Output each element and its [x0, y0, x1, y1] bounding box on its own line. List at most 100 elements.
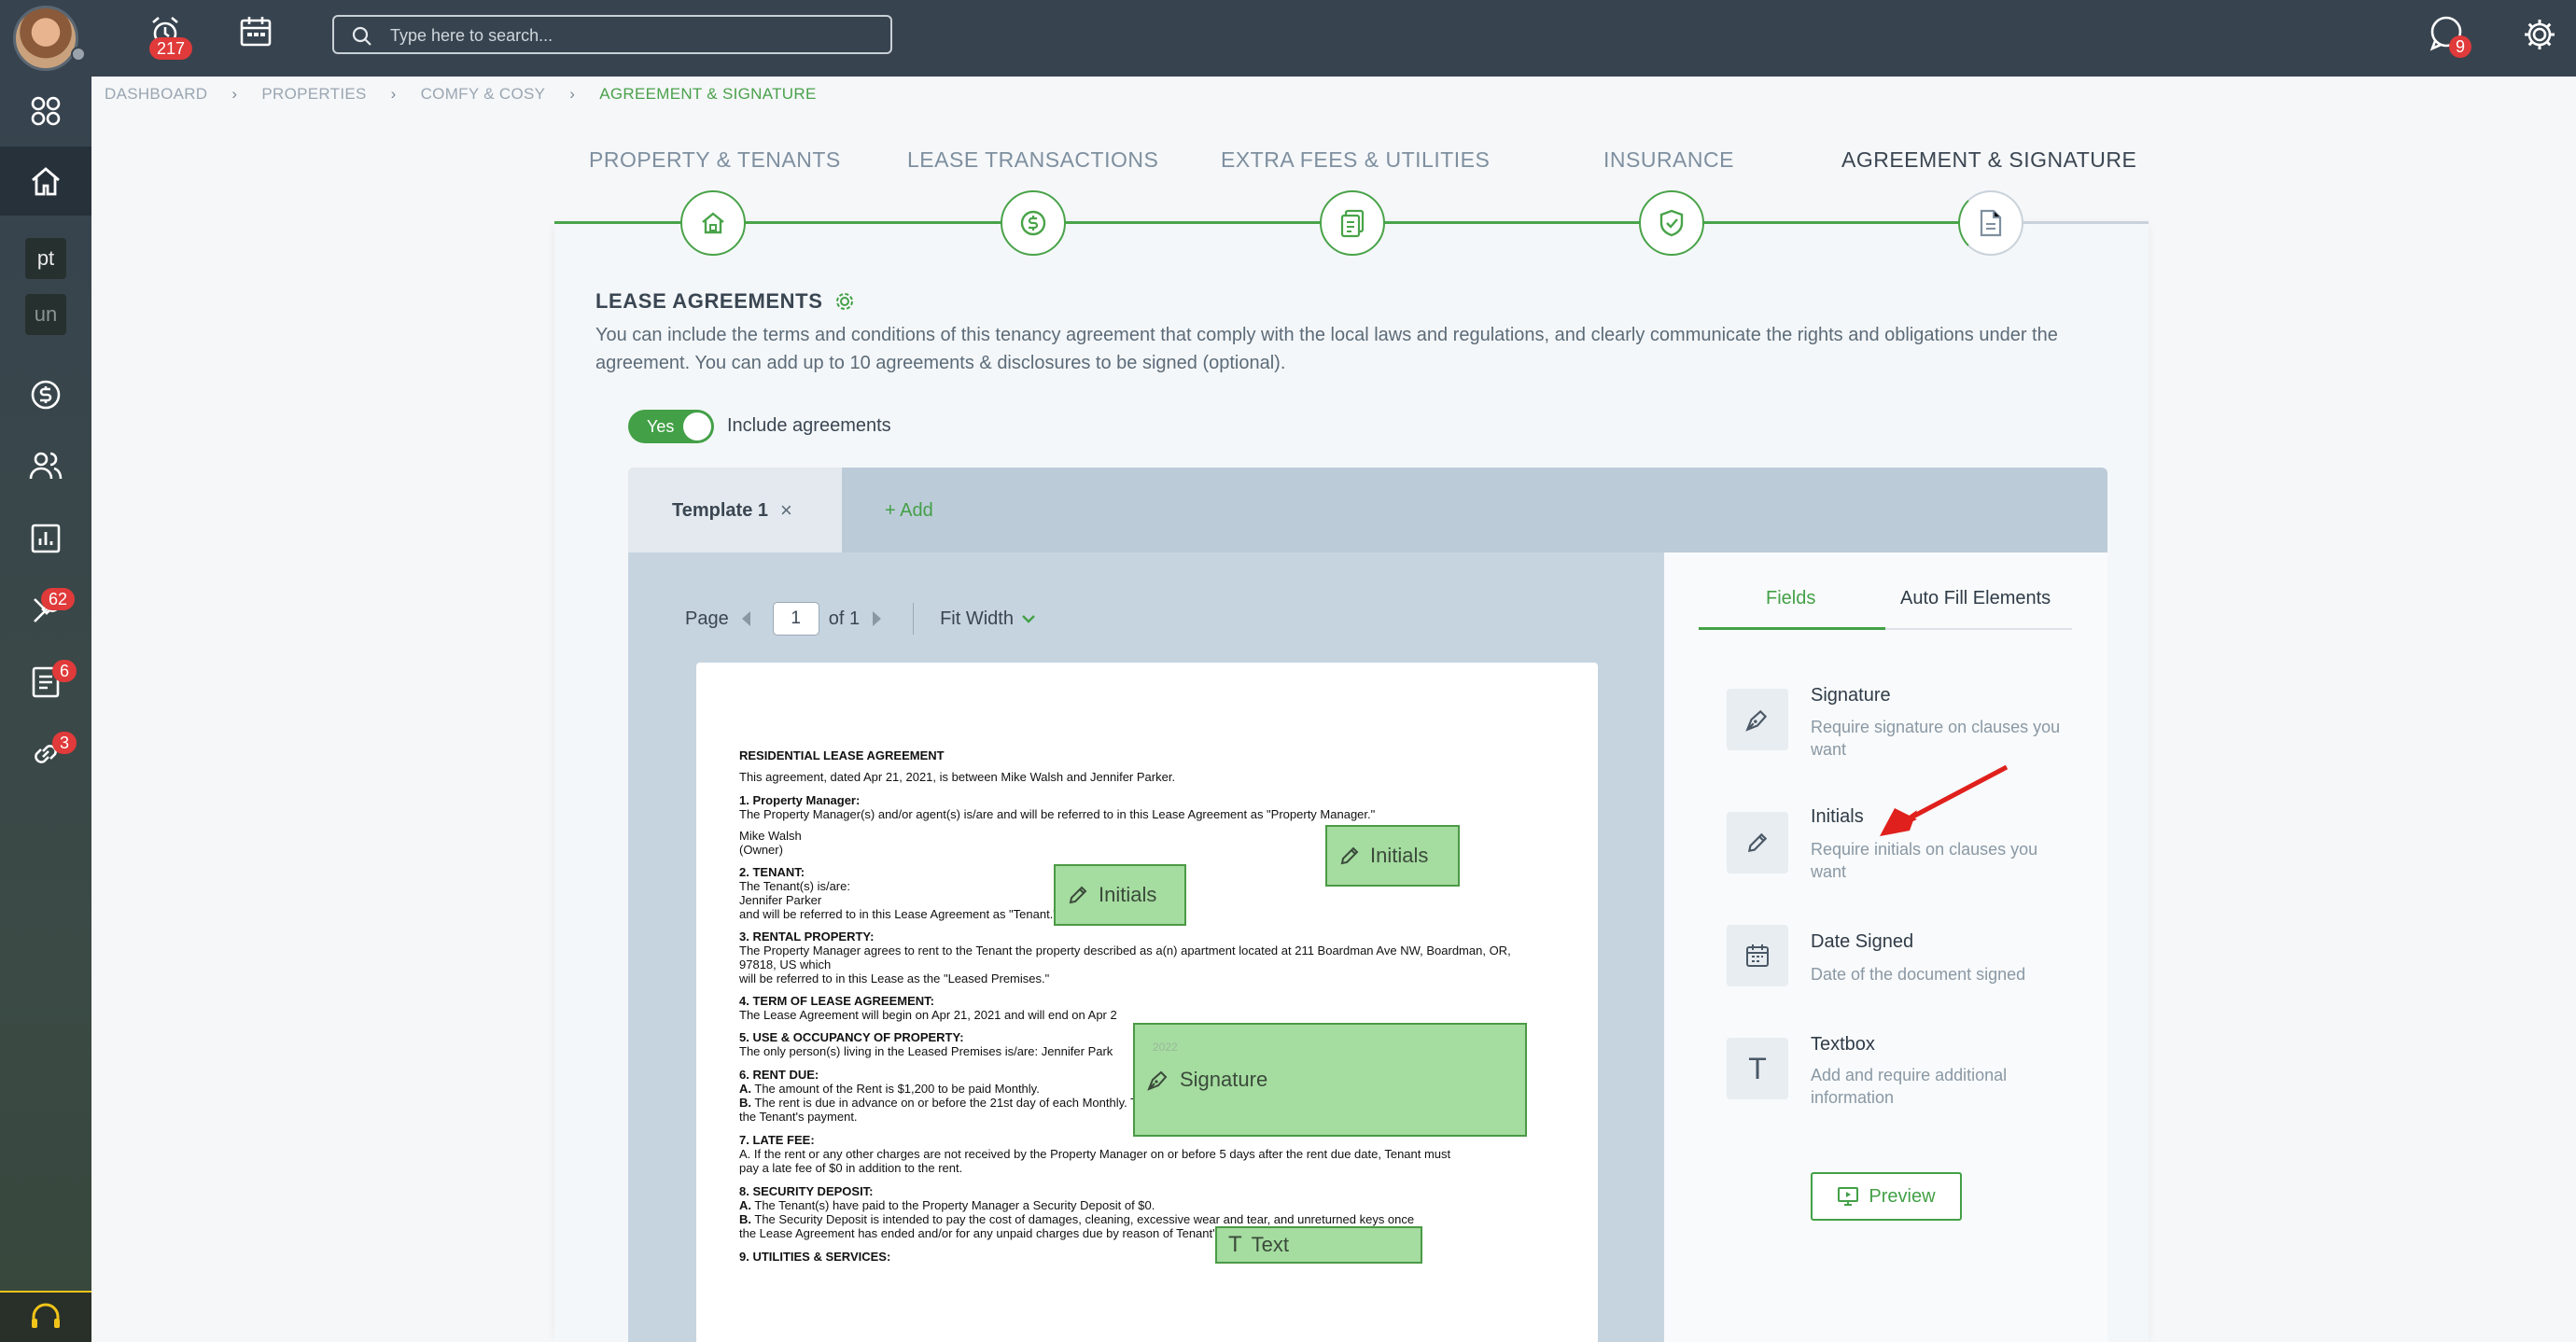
step-circle-3[interactable]: [1320, 190, 1385, 256]
dollar-icon: [1020, 210, 1046, 236]
initials-field-icon[interactable]: [1727, 812, 1788, 874]
document-line: 7. LATE FEE:: [739, 1133, 815, 1147]
zoom-value: Fit Width: [940, 608, 1014, 629]
calendar-icon: [1746, 944, 1769, 967]
sidebar-item-un-label: un: [25, 294, 66, 335]
chat-badge: 9: [2449, 35, 2472, 58]
bills-icon: [1340, 209, 1365, 238]
close-icon[interactable]: ×: [780, 498, 792, 523]
document-line-text: This agreement, dated Apr 21, 2021, is b…: [739, 770, 1176, 784]
monitor-icon: [1838, 1187, 1859, 1206]
date-field-title[interactable]: Date Signed: [1811, 931, 1913, 953]
sidebar-item-un[interactable]: un: [0, 280, 91, 349]
prev-page-icon[interactable]: [741, 611, 750, 626]
document-line-text: The amount of the Rent is $1,200 to be p…: [751, 1082, 1040, 1096]
document-line: The only person(s) living in the Leased …: [739, 1044, 1113, 1058]
calendar-icon[interactable]: [239, 15, 273, 54]
step-lease-transactions[interactable]: LEASE TRANSACTIONS: [907, 147, 1158, 173]
text-icon: T: [1228, 1232, 1242, 1257]
document-line: A. The Tenant(s) have paid to the Proper…: [739, 1198, 1155, 1212]
document-line: RESIDENTIAL LEASE AGREEMENT: [739, 748, 945, 762]
document-line-text: pay a late fee of $0 in addition to the …: [739, 1161, 963, 1175]
signature-field-desc: Require signature on clauses you want: [1811, 718, 2061, 759]
document-line-heading: 8. SECURITY DEPOSIT:: [739, 1184, 874, 1198]
document-line: will be referred to in this Lease as the…: [739, 972, 1049, 986]
sidebar-item-home[interactable]: [0, 147, 91, 216]
step-agreement-signature[interactable]: AGREEMENT & SIGNATURE: [1841, 147, 2136, 173]
sidebar-item-links[interactable]: [0, 720, 91, 789]
document-line-text: 97818, US which: [739, 958, 832, 972]
textbox-field-title[interactable]: Textbox: [1811, 1034, 1875, 1055]
document-line-heading: A.: [739, 1198, 751, 1212]
page-number-input[interactable]: [772, 602, 819, 636]
document-line-text: Mike Walsh: [739, 829, 802, 843]
placed-signature-field[interactable]: Signature: [1133, 1023, 1527, 1137]
date-field-icon[interactable]: [1727, 925, 1788, 986]
document-line-text: will be referred to in this Lease as the…: [739, 972, 1050, 986]
sidebar-item-reports[interactable]: [0, 504, 91, 573]
include-agreements-toggle[interactable]: Yes: [628, 410, 714, 443]
breadcrumb-property[interactable]: COMFY & COSY: [421, 85, 546, 104]
sidebar-item-maintenance[interactable]: [0, 576, 91, 645]
document-line-heading: 9. UTILITIES & SERVICES:: [739, 1250, 891, 1264]
breadcrumb-properties[interactable]: PROPERTIES: [261, 85, 366, 104]
sidebar-item-apps[interactable]: [0, 77, 91, 146]
document-line-heading: RESIDENTIAL LEASE AGREEMENT: [739, 748, 945, 762]
page-label: Page: [685, 608, 729, 629]
document-line-heading: 1. Property Manager:: [739, 793, 861, 807]
document-line: 4. TERM OF LEASE AGREEMENT:: [739, 994, 934, 1008]
step-circle-2[interactable]: [1001, 190, 1066, 256]
sidebar-item-people[interactable]: [0, 431, 91, 500]
pencil-icon: [1747, 832, 1768, 853]
sidebar-item-documents[interactable]: [0, 648, 91, 717]
step-circle-4[interactable]: [1639, 190, 1704, 256]
document-line-text: The Property Manager agrees to rent to t…: [739, 944, 1511, 958]
document-line-heading: 5. USE & OCCUPANCY OF PROPERTY:: [739, 1030, 964, 1044]
signature-field-icon[interactable]: [1727, 689, 1788, 750]
tab-fields[interactable]: Fields: [1766, 588, 1815, 609]
gear-icon[interactable]: [2522, 17, 2557, 58]
textbox-field-icon[interactable]: T: [1727, 1038, 1788, 1099]
add-template-button[interactable]: + Add: [885, 500, 933, 522]
pencil-icon: [1069, 886, 1087, 904]
document-line: The Lease Agreement will begin on Apr 21…: [739, 1008, 1117, 1022]
placed-text-field[interactable]: T Text: [1215, 1226, 1422, 1264]
step-circle-5[interactable]: [1958, 190, 2023, 256]
placed-initials-field[interactable]: Initials: [1054, 864, 1186, 926]
lease-description: You can include the terms and conditions…: [595, 325, 2058, 373]
document-line-heading: 4. TERM OF LEASE AGREEMENT:: [739, 994, 934, 1008]
tab-auto-fill[interactable]: Auto Fill Elements: [1900, 588, 2051, 609]
signature-field-title[interactable]: Signature: [1811, 685, 1891, 706]
document-line: 6. RENT DUE:: [739, 1068, 819, 1082]
zoom-dropdown[interactable]: Fit Width: [940, 608, 1036, 630]
chart-icon: [31, 524, 61, 553]
document-line: 8. SECURITY DEPOSIT:: [739, 1184, 874, 1198]
step-circle-1[interactable]: [680, 190, 746, 256]
preview-button[interactable]: Preview: [1811, 1172, 1962, 1221]
next-page-icon[interactable]: [873, 611, 882, 626]
document-line: (Owner): [739, 843, 783, 857]
support-button[interactable]: [0, 1291, 91, 1342]
placed-initials-label: Initials: [1370, 844, 1429, 867]
top-bar: 217 9: [0, 0, 2576, 77]
links-badge: 3: [52, 732, 77, 754]
pager: Page of 1 Fit Width: [685, 602, 1036, 636]
breadcrumb-dashboard[interactable]: DASHBOARD: [105, 85, 207, 104]
step-property-tenants[interactable]: PROPERTY & TENANTS: [589, 147, 841, 173]
settings-gear-icon[interactable]: [833, 290, 856, 313]
step-insurance[interactable]: INSURANCE: [1603, 147, 1734, 173]
document-line: Jennifer Parker: [739, 893, 821, 907]
document-line: The Tenant(s) is/are:: [739, 879, 850, 893]
sidebar-item-payments[interactable]: [0, 360, 91, 429]
search-input[interactable]: [390, 22, 875, 49]
initials-field-title[interactable]: Initials: [1811, 806, 1864, 828]
document-line-text: The Tenant(s) have paid to the Property …: [751, 1198, 1155, 1212]
step-extra-fees[interactable]: EXTRA FEES & UTILITIES: [1221, 147, 1490, 173]
user-avatar[interactable]: [13, 6, 78, 71]
document-line: 3. RENTAL PROPERTY:: [739, 930, 874, 944]
divider: [913, 603, 915, 635]
search-box[interactable]: [332, 15, 892, 54]
document-line-heading: 6. RENT DUE:: [739, 1068, 819, 1082]
placed-initials-field[interactable]: Initials: [1325, 825, 1460, 887]
document-line: 97818, US which: [739, 958, 831, 972]
